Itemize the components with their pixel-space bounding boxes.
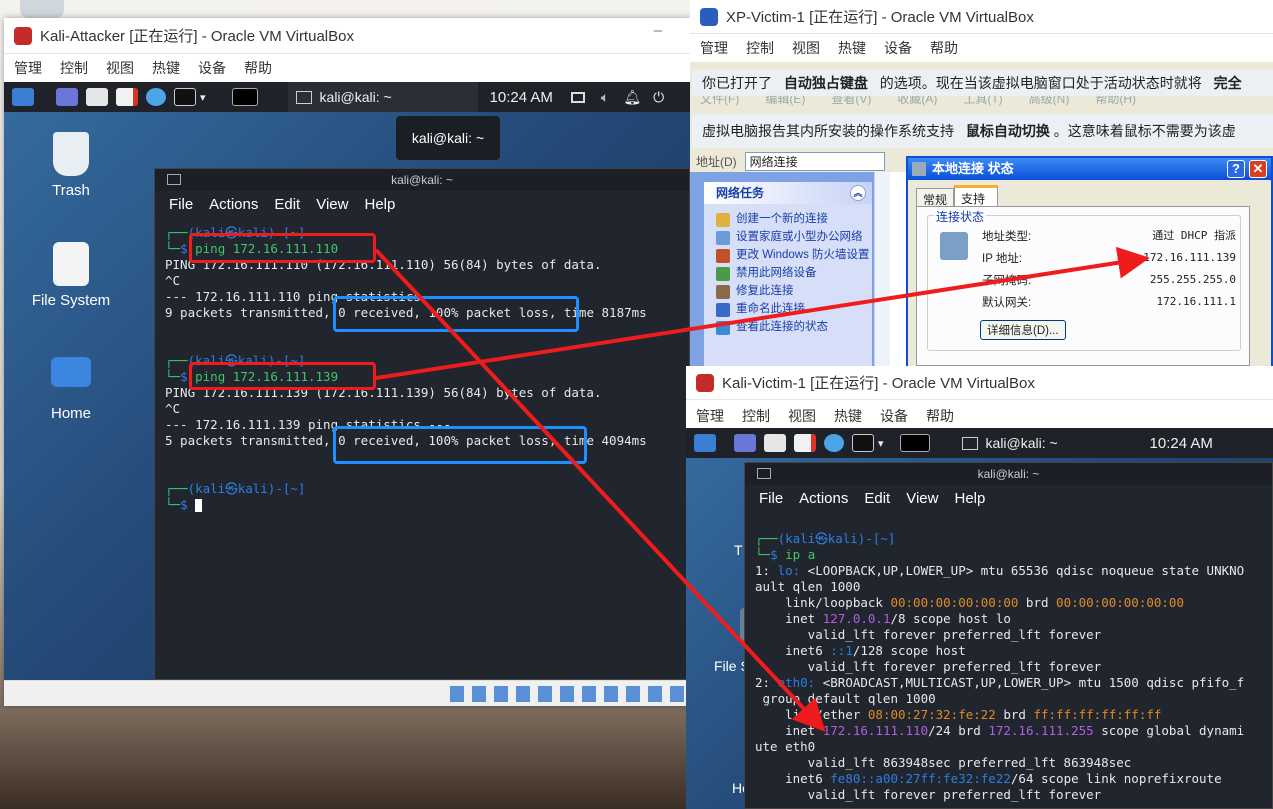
arrow-to-victim-ip bbox=[374, 248, 826, 732]
annotation-arrows bbox=[374, 246, 1150, 732]
arrow-to-xp-ip bbox=[375, 246, 1150, 380]
